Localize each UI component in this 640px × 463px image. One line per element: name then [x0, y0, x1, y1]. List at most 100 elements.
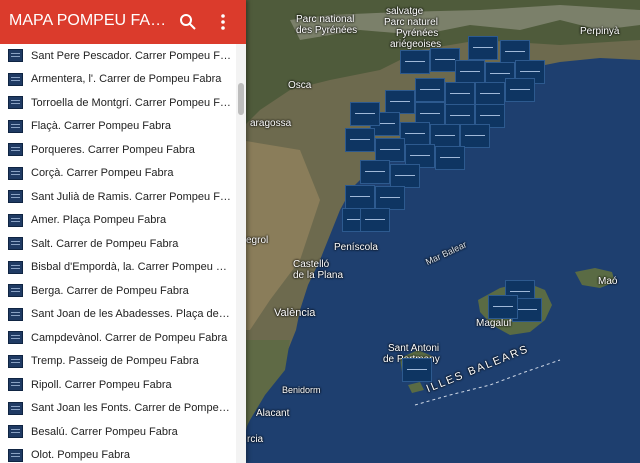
map-label-salvatge: salvatge: [386, 6, 424, 17]
list-item[interactable]: Besalú. Carrer Pompeu Fabra: [0, 420, 236, 444]
layer-icon: [8, 96, 23, 110]
list-item-label: Armentera, l'. Carrer de Pompeu Fabra: [31, 73, 222, 86]
list-item[interactable]: Berga. Carrer de Pompeu Fabra: [0, 279, 236, 303]
list-item-label: Sant Joan les Fonts. Carrer de Pompeu ..…: [31, 402, 231, 415]
layer-icon: [8, 237, 23, 251]
list-item[interactable]: Campdevànol. Carrer de Pompeu Fabra: [0, 326, 236, 350]
map-marker[interactable]: [488, 295, 518, 319]
list-item-label: Torroella de Montgrí. Carrer Pompeu Fabr…: [31, 96, 231, 109]
layer-icon: [8, 448, 23, 462]
map-marker[interactable]: [415, 78, 445, 102]
list-item-label: Sant Julià de Ramis. Carrer Pompeu Fab..…: [31, 190, 231, 203]
list-item-label: Sant Joan de les Abadesses. Plaça de P..…: [31, 308, 231, 321]
map-label-valencia: València: [274, 307, 316, 319]
list-item[interactable]: Flaçà. Carrer Pompeu Fabra: [0, 115, 236, 139]
map-title: MAPA POMPEU FABRA...: [9, 12, 169, 29]
map-label-egrol: egrol: [246, 235, 269, 246]
list-item-label: Besalú. Carrer Pompeu Fabra: [31, 425, 178, 438]
map-marker[interactable]: [360, 208, 390, 232]
list-scrollbar-thumb[interactable]: [238, 83, 244, 115]
map-marker[interactable]: [455, 60, 485, 84]
list-item-label: Bisbal d'Empordà, la. Carrer Pompeu Fa..…: [31, 261, 231, 274]
map-label-pyrenees-2: Pyrénées: [396, 28, 439, 39]
layer-icon: [8, 401, 23, 415]
map-marker[interactable]: [505, 78, 535, 102]
layer-icon: [8, 213, 23, 227]
map-label-osca: Osca: [288, 80, 312, 91]
panel-header: MAPA POMPEU FABRA...: [0, 0, 246, 44]
map-label-castello: Castelló: [293, 259, 330, 270]
layer-icon: [8, 119, 23, 133]
map-marker[interactable]: [460, 124, 490, 148]
layer-icon: [8, 190, 23, 204]
map-marker[interactable]: [445, 82, 475, 106]
layer-icon: [8, 72, 23, 86]
list-item[interactable]: Olot. Pompeu Fabra: [0, 444, 236, 463]
map-marker[interactable]: [345, 128, 375, 152]
layer-icon: [8, 284, 23, 298]
map-label-pyrenees: des Pyrénées: [296, 25, 358, 36]
layer-icon: [8, 354, 23, 368]
map-label-alacant: Alacant: [256, 408, 290, 419]
sidebar-panel: MAPA POMPEU FABRA... Sant Pere Pescador.…: [0, 0, 246, 463]
list-item[interactable]: Sant Pere Pescador. Carrer Pompeu Fabra: [0, 44, 236, 68]
map-label-rcia: rcia: [247, 434, 264, 445]
list-item[interactable]: Torroella de Montgrí. Carrer Pompeu Fabr…: [0, 91, 236, 115]
layer-icon: [8, 260, 23, 274]
list-item[interactable]: Sant Joan les Fonts. Carrer de Pompeu ..…: [0, 397, 236, 421]
map-label-parc-naturel: Parc naturel: [384, 17, 438, 28]
list-item-label: Sant Pere Pescador. Carrer Pompeu Fabra: [31, 49, 231, 62]
map-label-magaluf: Magaluf: [476, 318, 512, 329]
map-marker[interactable]: [390, 164, 420, 188]
list-item-label: Porqueres. Carrer Pompeu Fabra: [31, 143, 195, 156]
map-label-saragossa: aragossa: [250, 118, 292, 129]
list-item[interactable]: Porqueres. Carrer Pompeu Fabra: [0, 138, 236, 162]
layer-icon: [8, 378, 23, 392]
list-item[interactable]: Amer. Plaça Pompeu Fabra: [0, 209, 236, 233]
layer-icon: [8, 49, 23, 63]
map-marker[interactable]: [350, 102, 380, 126]
more-vert-icon[interactable]: [213, 12, 233, 32]
map-marker[interactable]: [402, 358, 432, 382]
list-item[interactable]: Salt. Carrer de Pompeu Fabra: [0, 232, 236, 256]
map-marker[interactable]: [375, 186, 405, 210]
layer-icon: [8, 166, 23, 180]
layer-icon: [8, 307, 23, 321]
list-item[interactable]: Ripoll. Carrer Pompeu Fabra: [0, 373, 236, 397]
map-label-de-la-plana: de la Plana: [293, 270, 344, 281]
list-item[interactable]: Tremp. Passeig de Pompeu Fabra: [0, 350, 236, 374]
list-item-label: Tremp. Passeig de Pompeu Fabra: [31, 355, 199, 368]
map-marker[interactable]: [400, 50, 430, 74]
layer-icon: [8, 331, 23, 345]
list-item-label: Corçà. Carrer Pompeu Fabra: [31, 167, 174, 180]
map-label-mao: Maó: [598, 276, 618, 287]
map-marker[interactable]: [345, 185, 375, 209]
list-item[interactable]: Sant Joan de les Abadesses. Plaça de P..…: [0, 303, 236, 327]
list-item[interactable]: Corçà. Carrer Pompeu Fabra: [0, 162, 236, 186]
layer-icon: [8, 143, 23, 157]
list-item-label: Flaçà. Carrer Pompeu Fabra: [31, 120, 171, 133]
list-item[interactable]: Armentera, l'. Carrer de Pompeu Fabra: [0, 68, 236, 92]
map-label-parc-national: Parc national: [296, 14, 355, 25]
list-item-label: Olot. Pompeu Fabra: [31, 449, 131, 462]
map-marker[interactable]: [475, 82, 505, 106]
search-icon[interactable]: [178, 12, 198, 32]
list-item-label: Salt. Carrer de Pompeu Fabra: [31, 237, 179, 250]
list-item[interactable]: Sant Julià de Ramis. Carrer Pompeu Fab..…: [0, 185, 236, 209]
map-marker[interactable]: [468, 36, 498, 60]
list-item-label: Berga. Carrer de Pompeu Fabra: [31, 284, 189, 297]
map-marker[interactable]: [385, 90, 415, 114]
list-item-label: Amer. Plaça Pompeu Fabra: [31, 214, 167, 227]
map-marker[interactable]: [360, 160, 390, 184]
map-label-benidorm: Benidorm: [282, 385, 321, 395]
map-label-sant-antoni: Sant Antoni: [388, 343, 440, 354]
list-item-label: Campdevànol. Carrer de Pompeu Fabra: [31, 331, 228, 344]
map-label-perpinya: Perpinyà: [580, 26, 620, 37]
layer-icon: [8, 425, 23, 439]
list-item-label: Ripoll. Carrer Pompeu Fabra: [31, 378, 172, 391]
place-list: Sant Pere Pescador. Carrer Pompeu Fabra …: [0, 44, 236, 463]
map-marker[interactable]: [435, 146, 465, 170]
map-label-peniscola: Peníscola: [334, 242, 378, 253]
map-marker[interactable]: [375, 138, 405, 162]
list-item[interactable]: Bisbal d'Empordà, la. Carrer Pompeu Fa..…: [0, 256, 236, 280]
